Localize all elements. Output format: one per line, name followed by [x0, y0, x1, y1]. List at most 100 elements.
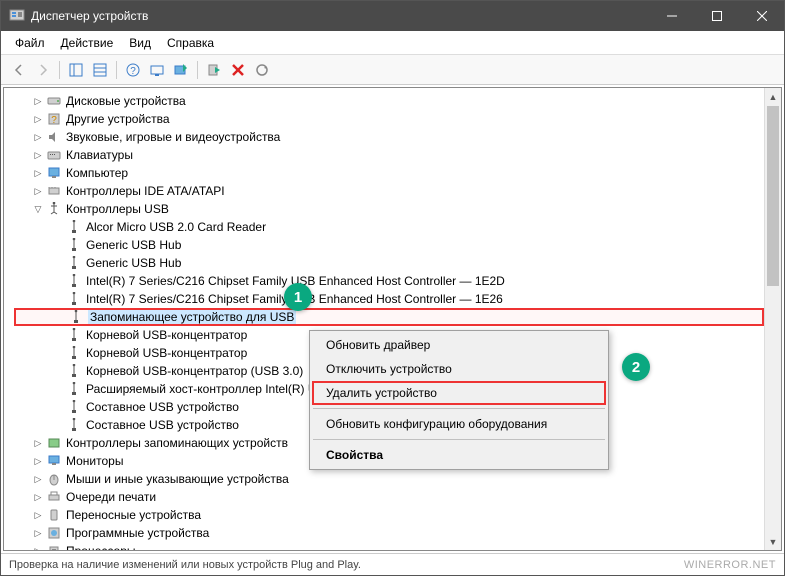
- usb-device-icon: [66, 381, 82, 397]
- tree-label: Корневой USB-концентратор (USB 3.0): [86, 364, 303, 378]
- chevron-right-icon[interactable]: ▷: [32, 149, 44, 161]
- chevron-right-icon[interactable]: ▷: [32, 473, 44, 485]
- svg-text:?: ?: [130, 66, 136, 77]
- device-tree[interactable]: ▷ Дисковые устройства ▷ ? Другие устройс…: [4, 88, 764, 550]
- tree-node-portable[interactable]: ▷Переносные устройства: [14, 506, 764, 524]
- tree-node-usb-mass-storage[interactable]: Запоминающее устройство для USB: [14, 308, 764, 326]
- usb-device-icon: [68, 309, 84, 325]
- usb-device-icon: [66, 399, 82, 415]
- content-area: ▷ Дисковые устройства ▷ ? Другие устройс…: [3, 87, 782, 551]
- tree-node-usb-child[interactable]: Generic USB Hub: [14, 254, 764, 272]
- storage-icon: [46, 435, 62, 451]
- context-uninstall-device[interactable]: Удалить устройство: [312, 381, 606, 405]
- svg-text:?: ?: [51, 115, 57, 126]
- menu-view[interactable]: Вид: [121, 34, 159, 52]
- chevron-down-icon[interactable]: ▽: [32, 203, 44, 215]
- tree-node-usb-child[interactable]: Alcor Micro USB 2.0 Card Reader: [14, 218, 764, 236]
- menu-action[interactable]: Действие: [53, 34, 122, 52]
- vertical-scrollbar[interactable]: ▲ ▼: [764, 88, 781, 550]
- context-disable-device[interactable]: Отключить устройство: [312, 357, 606, 381]
- software-device-icon: [46, 525, 62, 541]
- chevron-right-icon[interactable]: ▷: [32, 167, 44, 179]
- tree-node-ide-atapi[interactable]: ▷ Контроллеры IDE ATA/ATAPI: [14, 182, 764, 200]
- chevron-right-icon[interactable]: ▷: [32, 185, 44, 197]
- scan-button[interactable]: [146, 59, 168, 81]
- usb-device-icon: [66, 363, 82, 379]
- menu-help[interactable]: Справка: [159, 34, 222, 52]
- tree-node-disk-drives[interactable]: ▷ Дисковые устройства: [14, 92, 764, 110]
- tree-label: Программные устройства: [66, 526, 209, 540]
- cpu-icon: [46, 543, 62, 550]
- usb-device-icon: [66, 219, 82, 235]
- tree-label: Контроллеры IDE ATA/ATAPI: [66, 184, 225, 198]
- help-button[interactable]: ?: [122, 59, 144, 81]
- chevron-right-icon[interactable]: ▷: [32, 113, 44, 125]
- chevron-right-icon[interactable]: ▷: [32, 545, 44, 550]
- context-scan-hardware[interactable]: Обновить конфигурацию оборудования: [312, 412, 606, 436]
- uninstall-button[interactable]: [227, 59, 249, 81]
- chevron-right-icon[interactable]: ▷: [32, 509, 44, 521]
- tree-node-print-queues[interactable]: ▷Очереди печати: [14, 488, 764, 506]
- chevron-right-icon[interactable]: ▷: [32, 527, 44, 539]
- scroll-down-button[interactable]: ▼: [765, 533, 781, 550]
- context-menu: Обновить драйвер Отключить устройство Уд…: [309, 330, 609, 470]
- tree-node-keyboards[interactable]: ▷ Клавиатуры: [14, 146, 764, 164]
- minimize-button[interactable]: [649, 1, 694, 31]
- scrollbar-thumb[interactable]: [767, 106, 779, 286]
- computer-icon: [46, 165, 62, 181]
- keyboard-icon: [46, 147, 62, 163]
- tree-node-usb-child[interactable]: Intel(R) 7 Series/C216 Chipset Family US…: [14, 290, 764, 308]
- context-separator: [313, 439, 605, 440]
- tree-node-mice[interactable]: ▷ Мыши и иные указывающие устройства: [14, 470, 764, 488]
- menubar: Файл Действие Вид Справка: [1, 31, 784, 55]
- tree-node-computer[interactable]: ▷ Компьютер: [14, 164, 764, 182]
- close-button[interactable]: [739, 1, 784, 31]
- forward-button[interactable]: [32, 59, 54, 81]
- chevron-right-icon[interactable]: ▷: [32, 455, 44, 467]
- scroll-up-button[interactable]: ▲: [765, 88, 781, 105]
- chevron-right-icon[interactable]: ▷: [32, 491, 44, 503]
- chevron-right-icon[interactable]: ▷: [32, 95, 44, 107]
- controller-icon: [46, 183, 62, 199]
- status-text: Проверка на наличие изменений или новых …: [9, 559, 361, 571]
- tree-label: Дисковые устройства: [66, 94, 186, 108]
- context-properties[interactable]: Свойства: [312, 443, 606, 467]
- tree-node-software[interactable]: ▷ Программные устройства: [14, 524, 764, 542]
- titlebar: Диспетчер устройств: [1, 1, 784, 31]
- tree-label: Generic USB Hub: [86, 238, 181, 252]
- disk-drive-icon: [46, 93, 62, 109]
- menu-file[interactable]: Файл: [7, 34, 53, 52]
- tree-node-processors[interactable]: ▷Процессоры: [14, 542, 764, 550]
- audio-icon: [46, 129, 62, 145]
- other-devices-icon: ?: [46, 111, 62, 127]
- usb-device-icon: [66, 417, 82, 433]
- tree-node-usb-child[interactable]: Intel(R) 7 Series/C216 Chipset Family US…: [14, 272, 764, 290]
- tree-label: Контроллеры USB: [66, 202, 169, 216]
- tree-node-other-devices[interactable]: ▷ ? Другие устройства: [14, 110, 764, 128]
- usb-device-icon: [66, 327, 82, 343]
- printer-icon: [46, 489, 62, 505]
- refresh-button[interactable]: [251, 59, 273, 81]
- maximize-button[interactable]: [694, 1, 739, 31]
- tree-label: Составное USB устройство: [86, 400, 239, 414]
- tree-node-usb-child[interactable]: Generic USB Hub: [14, 236, 764, 254]
- tree-node-sound-video[interactable]: ▷ Звуковые, игровые и видеоустройства: [14, 128, 764, 146]
- toolbar-separator: [59, 61, 60, 79]
- titlebar-buttons: [649, 1, 784, 31]
- usb-icon: [46, 201, 62, 217]
- tree-label: Мыши и иные указывающие устройства: [66, 472, 289, 486]
- show-hide-tree-button[interactable]: [65, 59, 87, 81]
- update-driver-button[interactable]: [170, 59, 192, 81]
- properties-button[interactable]: [89, 59, 111, 81]
- back-button[interactable]: [8, 59, 30, 81]
- tree-label: Контроллеры запоминающих устройств: [66, 436, 288, 450]
- chevron-right-icon[interactable]: ▷: [32, 437, 44, 449]
- context-update-driver[interactable]: Обновить драйвер: [312, 333, 606, 357]
- usb-device-icon: [66, 255, 82, 271]
- tree-label: Компьютер: [66, 166, 128, 180]
- chevron-right-icon[interactable]: ▷: [32, 131, 44, 143]
- usb-device-icon: [66, 291, 82, 307]
- tree-label: Generic USB Hub: [86, 256, 181, 270]
- enable-button[interactable]: [203, 59, 225, 81]
- tree-node-usb-controllers[interactable]: ▽ Контроллеры USB: [14, 200, 764, 218]
